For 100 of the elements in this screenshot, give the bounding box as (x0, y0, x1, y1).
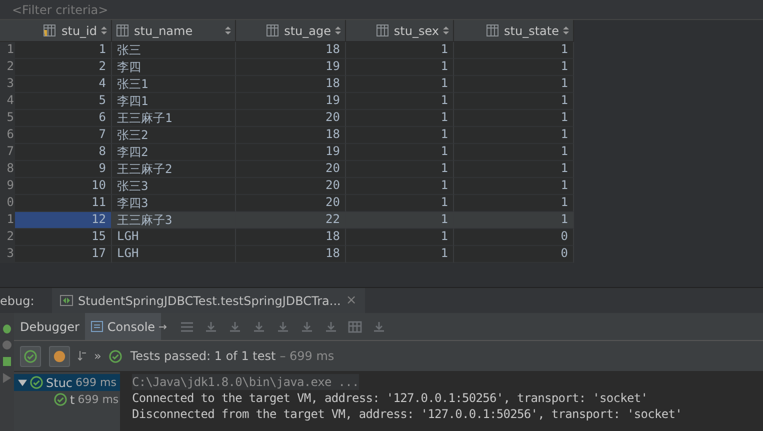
column-label: stu_age (284, 24, 331, 38)
table-cell[interactable]: 1 (346, 144, 454, 161)
table-cell[interactable]: 1 (346, 212, 454, 229)
table-cell[interactable]: 1 (454, 212, 574, 229)
table-cell[interactable]: 1 (346, 229, 454, 246)
table-cell[interactable]: 1 (454, 110, 574, 127)
table-cell[interactable]: 王三麻子1 (112, 110, 236, 127)
pin-arrow-icon[interactable] (159, 322, 170, 330)
expanded-icon[interactable] (18, 378, 27, 387)
table-cell[interactable]: 王三麻子2 (112, 161, 236, 178)
run-config-tab[interactable]: StudentSpringJDBCTest.testSpringJDBCTra... × (52, 288, 365, 313)
table-cell[interactable]: 18 (236, 229, 346, 246)
table-cell[interactable]: 6 (15, 110, 112, 127)
play-icon[interactable] (3, 373, 11, 383)
column-header[interactable]: stu_id (15, 20, 112, 42)
table-cell[interactable]: 19 (236, 59, 346, 76)
table-cell[interactable]: 1 (346, 195, 454, 212)
table-cell[interactable]: 20 (236, 110, 346, 127)
sort-arrows-icon[interactable] (335, 26, 341, 35)
table-cell[interactable]: 18 (236, 76, 346, 93)
table-cell[interactable]: 1 (454, 93, 574, 110)
table-cell[interactable]: 10 (15, 178, 112, 195)
table-cell[interactable]: 5 (15, 93, 112, 110)
run-config-icon (60, 295, 73, 306)
table-cell[interactable]: 4 (15, 76, 112, 93)
column-header[interactable]: stu_sex (346, 20, 454, 42)
column-header[interactable]: stu_age (236, 20, 346, 42)
table-cell[interactable]: 0 (454, 229, 574, 246)
sort-arrows-icon[interactable] (225, 26, 231, 35)
table-cell[interactable]: LGH (112, 246, 236, 263)
table-cell[interactable]: 8 (15, 144, 112, 161)
table-cell[interactable]: 1 (346, 42, 454, 59)
table-cell[interactable]: 1 (454, 42, 574, 59)
show-passed-button[interactable] (20, 346, 41, 366)
table-cell[interactable]: 9 (15, 161, 112, 178)
table-cell[interactable]: 1 (454, 127, 574, 144)
table-cell[interactable]: 李四3 (112, 195, 236, 212)
table-cell[interactable]: 12 (15, 212, 112, 229)
panel-tab[interactable]: Console (85, 313, 162, 340)
console-line: Connected to the target VM, address: '127.0.0.1:50256', transport: 'socket' (132, 390, 648, 406)
table-cell[interactable]: 张三2 (112, 127, 236, 144)
table-cell[interactable]: 1 (346, 178, 454, 195)
table-cell[interactable]: 15 (15, 229, 112, 246)
table-cell[interactable]: 李四 (112, 59, 236, 76)
sort-arrows-icon[interactable] (101, 26, 107, 35)
table-cell[interactable]: 19 (236, 93, 346, 110)
table-cell[interactable]: 李四2 (112, 144, 236, 161)
table-cell[interactable]: 1 (454, 178, 574, 195)
table-cell[interactable]: 王三麻子3 (112, 212, 236, 229)
table-cell[interactable]: 1 (346, 59, 454, 76)
test-duration: 699 ms (78, 393, 119, 406)
table-cell[interactable]: 1 (346, 127, 454, 144)
table-cell[interactable]: 18 (236, 42, 346, 59)
table-cell[interactable]: 18 (236, 246, 346, 263)
table-cell[interactable]: 张三 (112, 42, 236, 59)
test-name: Stuc (46, 376, 73, 390)
menu-icon[interactable] (180, 320, 194, 332)
table-cell[interactable]: 张三1 (112, 76, 236, 93)
test-duration: 699 ms (76, 376, 116, 389)
stop-icon[interactable] (2, 340, 12, 350)
test-status: Tests passed: 1 of 1 test (130, 349, 276, 363)
table-cell[interactable]: 0 (454, 246, 574, 263)
table-cell[interactable]: 1 (346, 246, 454, 263)
table-cell[interactable]: 1 (454, 76, 574, 93)
table-cell[interactable]: 20 (236, 161, 346, 178)
test-time: – 699 ms (280, 349, 334, 363)
sort-icon (78, 351, 86, 361)
table-cell[interactable]: LGH (112, 229, 236, 246)
table-cell[interactable]: 1 (454, 59, 574, 76)
sort-arrows-icon[interactable] (443, 26, 449, 35)
table-cell[interactable]: 19 (236, 144, 346, 161)
table-cell[interactable]: 7 (15, 127, 112, 144)
table-cell[interactable]: 11 (15, 195, 112, 212)
table-icon[interactable] (348, 320, 362, 332)
table-cell[interactable]: 2 (15, 59, 112, 76)
test-tree-item[interactable]: Stuc 699 ms (14, 374, 120, 391)
table-cell[interactable]: 1 (15, 42, 112, 59)
panel-tab[interactable]: Debugger (14, 313, 86, 340)
sort-arrows-icon[interactable] (563, 26, 569, 35)
table-cell[interactable]: 18 (236, 127, 346, 144)
column-header[interactable]: stu_state (454, 20, 574, 42)
table-cell[interactable]: 20 (236, 178, 346, 195)
show-ignored-button[interactable] (49, 346, 70, 366)
table-cell[interactable]: 张三3 (112, 178, 236, 195)
table-cell[interactable]: 20 (236, 195, 346, 212)
test-tree-item[interactable]: t 699 ms (14, 391, 120, 408)
passed-icon (24, 350, 37, 362)
table-cell[interactable]: 17 (15, 246, 112, 263)
column-header[interactable]: stu_name (112, 20, 236, 42)
more-label[interactable]: » (94, 349, 102, 363)
table-cell[interactable]: 1 (346, 110, 454, 127)
table-cell[interactable]: 1 (346, 161, 454, 178)
table-cell[interactable]: 1 (346, 76, 454, 93)
table-cell[interactable]: 1 (454, 195, 574, 212)
table-cell[interactable]: 1 (454, 161, 574, 178)
table-cell[interactable]: 李四1 (112, 93, 236, 110)
column-label: stu_sex (394, 24, 439, 38)
table-cell[interactable]: 1 (454, 144, 574, 161)
table-cell[interactable]: 1 (346, 93, 454, 110)
table-cell[interactable]: 22 (236, 212, 346, 229)
